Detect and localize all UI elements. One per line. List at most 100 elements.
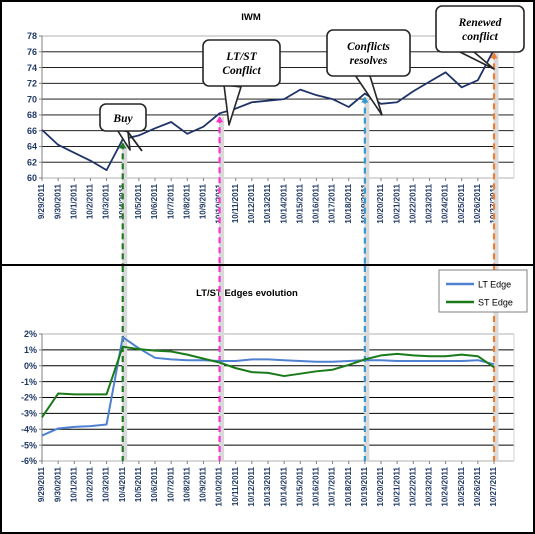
svg-text:10/9/2011: 10/9/2011 (199, 466, 208, 502)
svg-text:10/2/2011: 10/2/2011 (86, 466, 95, 502)
callout-label: resolves (350, 55, 388, 67)
x-axis-tick-label: 10/27/2011 (489, 466, 498, 506)
svg-text:10/24/2011: 10/24/2011 (441, 183, 450, 223)
svg-text:10/22/2011: 10/22/2011 (408, 466, 417, 506)
x-axis-tick-label: 10/23/2011 (425, 183, 434, 223)
x-axis-tick-label: 10/24/2011 (441, 183, 450, 223)
legend: LT Edge ST Edge (438, 269, 528, 313)
x-axis-tick-label: 10/3/2011 (102, 183, 111, 219)
x-axis-tick-label: 10/13/2011 (263, 183, 272, 223)
x-axis-tick-label: 10/11/2011 (231, 183, 240, 223)
y-axis-tick-label: 0% (24, 361, 37, 371)
svg-text:10/7/2011: 10/7/2011 (166, 466, 175, 502)
callout-label: LT/ST (225, 51, 257, 63)
callout-ltst[interactable]: LT/ST Conflict (202, 39, 281, 126)
x-axis-tick-label: 10/8/2011 (182, 466, 191, 502)
y-axis-tick-label: 78 (27, 31, 37, 41)
x-axis-tick-label: 10/20/2011 (376, 466, 385, 506)
x-axis-tick-label: 10/15/2011 (295, 466, 304, 506)
x-axis-tick-label: 10/2/2011 (86, 466, 95, 502)
x-axis-tick-label: 10/18/2011 (344, 466, 353, 506)
x-axis-tick-label: 9/29/2011 (37, 466, 46, 502)
svg-text:10/10/2011: 10/10/2011 (215, 466, 224, 506)
x-axis-tick-label: 10/22/2011 (408, 183, 417, 223)
svg-text:9/30/2011: 9/30/2011 (53, 183, 62, 219)
svg-text:10/8/2011: 10/8/2011 (182, 466, 191, 502)
marker-resolves-marker (361, 96, 370, 264)
svg-text:10/22/2011: 10/22/2011 (408, 183, 417, 223)
svg-text:10/9/2011: 10/9/2011 (199, 183, 208, 219)
svg-text:10/25/2011: 10/25/2011 (457, 466, 466, 506)
svg-text:10/5/2011: 10/5/2011 (134, 466, 143, 502)
y-axis-tick-label: -6% (21, 456, 37, 466)
callout-label: Renewed (458, 17, 502, 29)
y-axis-tick-label: 2% (24, 329, 37, 339)
y-axis-tick-label: 72 (27, 79, 37, 89)
svg-text:10/6/2011: 10/6/2011 (150, 466, 159, 502)
x-axis-tick-label: 10/9/2011 (199, 466, 208, 502)
x-axis-tick-label: 10/2/2011 (86, 183, 95, 219)
x-axis-tick-label: 10/9/2011 (199, 183, 208, 219)
svg-text:10/5/2011: 10/5/2011 (134, 183, 143, 219)
x-axis-tick-label: 10/3/2011 (102, 466, 111, 502)
callout-renewed[interactable]: Renewed conflict (435, 5, 525, 70)
x-axis-tick-label: 10/5/2011 (134, 183, 143, 219)
edges-evolution-panel: LT/ST Edges evolution -6% -5% -4% -3% -2% -1% 0… (0, 264, 535, 534)
svg-text:10/15/2011: 10/15/2011 (295, 466, 304, 506)
x-axis-tick-label: 10/14/2011 (279, 183, 288, 223)
svg-text:10/20/2011: 10/20/2011 (376, 466, 385, 506)
svg-text:10/17/2011: 10/17/2011 (328, 183, 337, 223)
x-axis-tick-label: 10/13/2011 (263, 466, 272, 506)
y-axis-tick-label: 76 (27, 47, 37, 57)
callout-label: conflict (462, 31, 499, 43)
x-axis-tick-label: 9/30/2011 (53, 183, 62, 219)
x-axis-tick-label: 10/6/2011 (150, 466, 159, 502)
y-axis-tick-label: 60 (27, 173, 37, 183)
svg-text:10/1/2011: 10/1/2011 (69, 466, 78, 502)
svg-text:10/21/2011: 10/21/2011 (392, 466, 401, 506)
x-axis-tick-label: 10/21/2011 (392, 466, 401, 506)
x-axis-tick-label: 10/1/2011 (69, 183, 78, 219)
x-axis-tick-label: 10/26/2011 (473, 183, 482, 223)
callout-tail (223, 84, 242, 126)
x-axis-tick-label: 10/17/2011 (328, 183, 337, 223)
x-axis-tick-label: 10/4/2011 (118, 466, 127, 502)
y-axis-tick-label: -1% (21, 377, 37, 387)
svg-text:10/26/2011: 10/26/2011 (473, 466, 482, 506)
x-axis-tick-label: 10/26/2011 (473, 466, 482, 506)
bottom-chart-title: LT/ST Edges evolution (196, 288, 298, 299)
svg-text:10/3/2011: 10/3/2011 (102, 466, 111, 502)
svg-text:10/16/2011: 10/16/2011 (312, 466, 321, 506)
x-axis-tick-label: 10/17/2011 (328, 466, 337, 506)
marker-buy-marker-lower (121, 266, 128, 461)
svg-text:10/17/2011: 10/17/2011 (328, 466, 337, 506)
x-axis-tick-label: 10/12/2011 (247, 466, 256, 506)
svg-text:9/29/2011: 9/29/2011 (37, 466, 46, 502)
x-axis-tick-label: 10/12/2011 (247, 183, 256, 223)
svg-text:10/24/2011: 10/24/2011 (441, 466, 450, 506)
x-axis-tick-label: 10/7/2011 (166, 466, 175, 502)
svg-text:10/27/2011: 10/27/2011 (489, 466, 498, 506)
svg-text:10/14/2011: 10/14/2011 (279, 466, 288, 506)
x-axis-tick-label: 10/15/2011 (295, 183, 304, 223)
svg-text:10/6/2011: 10/6/2011 (150, 183, 159, 219)
callout-label: Conflicts (347, 41, 390, 53)
x-axis-tick-label: 10/1/2011 (69, 466, 78, 502)
x-axis-tick-label: 10/25/2011 (457, 466, 466, 506)
callout-label: Buy (112, 113, 133, 125)
callout-box (326, 29, 411, 77)
y-axis-tick-label: -3% (21, 409, 37, 419)
svg-text:10/7/2011: 10/7/2011 (166, 183, 175, 219)
x-axis-tick-label: 10/5/2011 (134, 466, 143, 502)
y-axis-tick-label: 64 (27, 142, 37, 152)
svg-text:10/2/2011: 10/2/2011 (86, 183, 95, 219)
svg-text:10/13/2011: 10/13/2011 (263, 466, 272, 506)
x-axis-tick-label: 10/18/2011 (344, 183, 353, 223)
x-axis-tick-label: 9/30/2011 (53, 466, 62, 502)
x-axis-tick-label: 10/8/2011 (182, 183, 191, 219)
marker-renewed-marker (490, 52, 499, 264)
svg-text:10/16/2011: 10/16/2011 (312, 183, 321, 223)
svg-text:10/23/2011: 10/23/2011 (425, 183, 434, 223)
callout-box (435, 5, 525, 53)
x-axis-tick-label: 10/6/2011 (150, 183, 159, 219)
